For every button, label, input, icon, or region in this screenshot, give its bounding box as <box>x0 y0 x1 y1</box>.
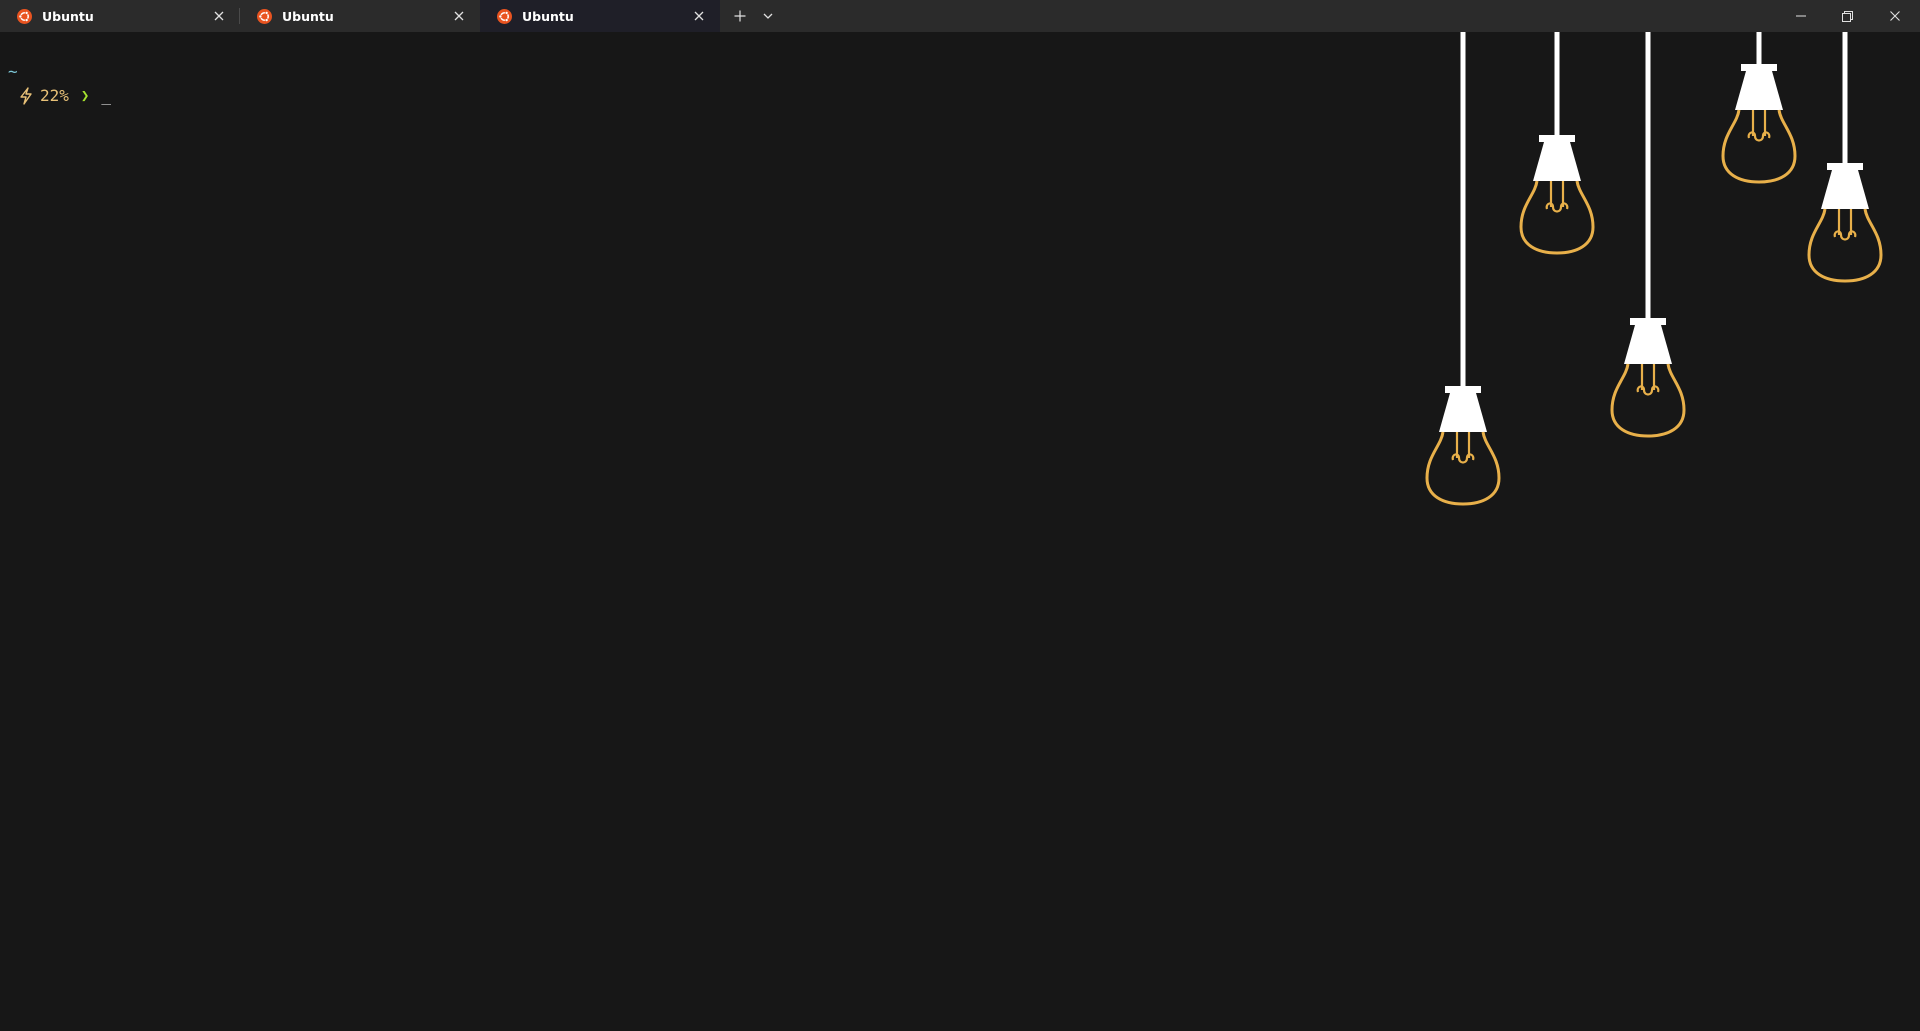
lightning-icon <box>20 87 32 105</box>
light-bulb <box>1807 32 1883 283</box>
plus-icon <box>734 10 746 22</box>
titlebar-drag-region[interactable] <box>782 0 1778 32</box>
light-bulb <box>1519 32 1595 255</box>
tab-ubuntu-3[interactable]: Ubuntu <box>480 0 720 32</box>
tab-dropdown-button[interactable] <box>754 0 782 32</box>
new-tab-button[interactable] <box>726 0 754 32</box>
title-bar: Ubuntu Ubuntu Ubuntu <box>0 0 1920 32</box>
ubuntu-icon <box>257 8 272 24</box>
close-icon <box>1890 11 1900 21</box>
restore-button[interactable] <box>1824 0 1870 32</box>
terminal-pane[interactable]: ~ 22% ❯ _ <box>0 32 1920 1031</box>
tab-ubuntu-2[interactable]: Ubuntu <box>240 0 480 32</box>
chevron-down-icon <box>763 13 773 19</box>
prompt-line: 22% ❯ _ <box>8 86 111 106</box>
battery-level: 22% <box>40 86 69 105</box>
restore-icon <box>1841 10 1853 22</box>
hanging-bulbs-background <box>1425 32 1883 506</box>
close-tab-icon[interactable] <box>452 9 466 23</box>
tab-ubuntu-1[interactable]: Ubuntu <box>0 0 240 32</box>
minimize-icon <box>1796 15 1806 17</box>
ubuntu-icon <box>17 8 32 24</box>
close-window-button[interactable] <box>1870 0 1920 32</box>
close-tab-icon[interactable] <box>212 9 226 23</box>
text-cursor: _ <box>101 86 111 105</box>
light-bulb <box>1425 32 1501 506</box>
tab-title: Ubuntu <box>42 8 94 24</box>
light-bulb <box>1721 32 1797 184</box>
tab-title: Ubuntu <box>282 8 334 24</box>
tab-title: Ubuntu <box>522 8 574 24</box>
light-bulb <box>1610 32 1686 438</box>
close-tab-icon[interactable] <box>692 9 706 23</box>
current-directory: ~ <box>8 62 18 81</box>
minimize-button[interactable] <box>1778 0 1824 32</box>
prompt-symbol: ❯ <box>80 88 90 104</box>
ubuntu-icon <box>497 8 512 24</box>
